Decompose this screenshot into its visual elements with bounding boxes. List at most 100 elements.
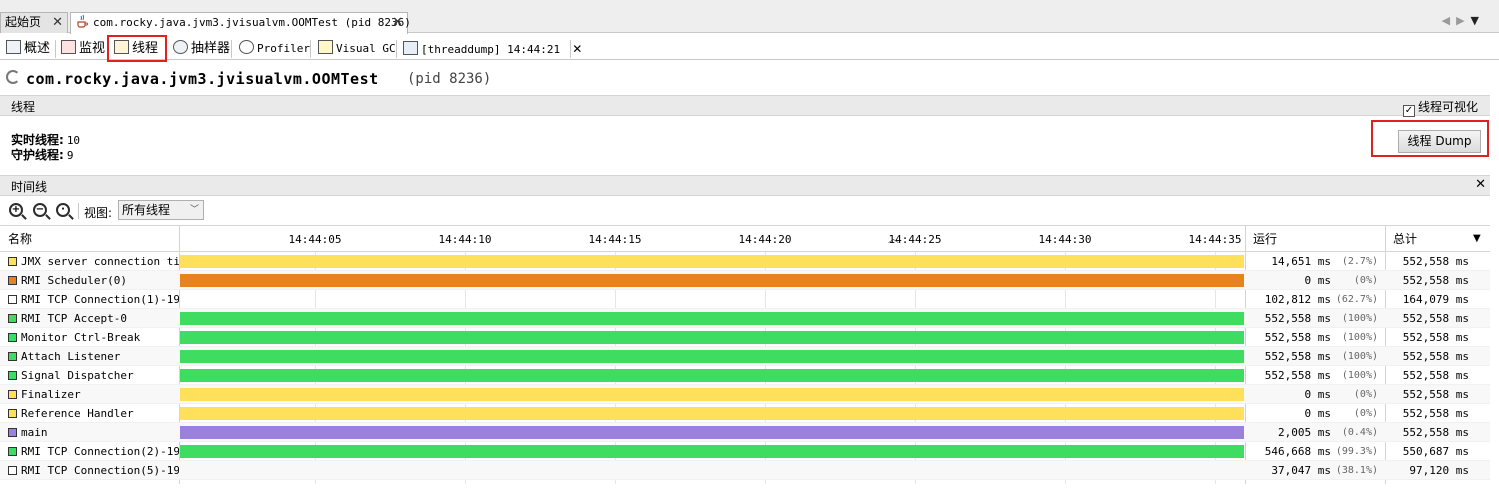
thread-state-swatch bbox=[8, 371, 17, 380]
run-time-value: 552,558 ms bbox=[1264, 350, 1331, 363]
total-time-value: 552,558 ms bbox=[1402, 388, 1469, 401]
tab-application[interactable]: com.rocky.java.jvm3.jvisualvm.OOMTest (p… bbox=[70, 12, 411, 34]
column-header-run[interactable]: 运行 bbox=[1245, 226, 1385, 252]
close-icon[interactable]: ✕ bbox=[392, 13, 403, 32]
run-time-value: 0 ms bbox=[1304, 274, 1332, 287]
thread-state-swatch bbox=[8, 314, 17, 323]
scroll-left-icon[interactable]: ◀ bbox=[1442, 14, 1456, 27]
total-time-value: 552,558 ms bbox=[1402, 350, 1469, 363]
thread-state-bar bbox=[180, 293, 1244, 306]
table-row[interactable]: RMI TCP Connection(2)-192.168.1.1 546,668… bbox=[0, 442, 1490, 461]
table-row[interactable]: RMI TCP Connection(5)-192.168.1.1 37,047 … bbox=[0, 461, 1490, 480]
tab-profiler[interactable]: Profiler bbox=[237, 39, 310, 60]
tab-visual-gc[interactable]: Visual GC bbox=[316, 39, 396, 60]
column-header-name[interactable]: 名称 bbox=[0, 226, 180, 252]
chevron-down-icon[interactable]: ▼ bbox=[1471, 14, 1485, 27]
scroll-right-icon[interactable]: ▶ bbox=[1456, 14, 1470, 27]
zoom-fit-icon[interactable]: · bbox=[56, 203, 70, 217]
thread-state-swatch bbox=[8, 390, 17, 399]
tab-overview[interactable]: 概述 bbox=[4, 39, 50, 60]
timeline-toolbar: + − · 视图: 所有线程 ﹀ bbox=[0, 198, 1490, 224]
tab-start-page[interactable]: 起始页 ✕ bbox=[0, 12, 68, 33]
table-row[interactable]: Attach Listener 552,558 ms (100%) 552,558 m… bbox=[0, 347, 1490, 366]
run-time-percent: (100%) bbox=[1341, 313, 1378, 324]
daemon-threads-value: 9 bbox=[66, 149, 74, 162]
thread-state-swatch bbox=[8, 295, 17, 304]
run-time-percent: (100%) bbox=[1341, 332, 1378, 343]
tab-application-label: com.rocky.java.jvm3.jvisualvm.OOMTest (p… bbox=[93, 16, 411, 29]
run-time-percent: (38.1%) bbox=[1335, 465, 1378, 476]
sort-desc-icon[interactable]: ▼ bbox=[1473, 233, 1481, 244]
tab-monitor-label: 监视 bbox=[79, 41, 106, 56]
run-time-value: 552,558 ms bbox=[1264, 331, 1331, 344]
run-time-percent: (0%) bbox=[1353, 275, 1378, 286]
monitor-chart-icon bbox=[61, 40, 76, 54]
application-title: com.rocky.java.jvm3.jvisualvm.OOMTest bbox=[26, 70, 379, 88]
divider bbox=[231, 40, 232, 58]
thread-name: Signal Dispatcher bbox=[21, 369, 134, 382]
table-row[interactable]: RMI TCP Connection(1)-192.168.1.1 102,812… bbox=[0, 290, 1490, 309]
thread-state-swatch bbox=[8, 409, 17, 418]
view-label: 视图: bbox=[84, 206, 113, 220]
close-icon[interactable]: ✕ bbox=[52, 13, 63, 32]
thread-name: RMI TCP Connection(5)-192.168.1.1 bbox=[21, 464, 179, 477]
thread-state-bar bbox=[180, 312, 1244, 325]
run-time-percent: (0%) bbox=[1353, 408, 1378, 419]
checkbox-checked-icon: ✓ bbox=[1402, 105, 1415, 117]
total-time-value: 552,558 ms bbox=[1402, 312, 1469, 325]
thread-state-swatch bbox=[8, 257, 17, 266]
tab-threaddump[interactable]: [threaddump] 14:44:21 ✕ bbox=[401, 39, 582, 60]
timeline-tick-label: 14:44:20 bbox=[738, 233, 792, 246]
tab-profiler-label: Profiler bbox=[257, 42, 310, 55]
total-time-value: 97,120 ms bbox=[1409, 464, 1469, 477]
tab-threaddump-label: [threaddump] 14:44:21 bbox=[421, 43, 561, 56]
run-time-percent: (2.7%) bbox=[1341, 256, 1378, 267]
table-row[interactable]: RMI Scheduler(0) 0 ms (0%) 552,558 ms bbox=[0, 271, 1490, 290]
thread-state-bar bbox=[180, 388, 1244, 401]
zoom-in-icon[interactable]: + bbox=[9, 203, 23, 217]
table-row[interactable]: Signal Dispatcher 552,558 ms (100%) 552,558… bbox=[0, 366, 1490, 385]
table-row[interactable]: main 2,005 ms (0.4%) 552,558 ms bbox=[0, 423, 1490, 442]
run-time-value: 102,812 ms bbox=[1264, 293, 1331, 306]
tab-monitor[interactable]: 监视 bbox=[59, 39, 105, 60]
close-icon[interactable]: ✕ bbox=[1475, 177, 1486, 192]
zoom-out-icon[interactable]: − bbox=[33, 203, 47, 217]
thread-state-swatch bbox=[8, 276, 17, 285]
document-tab-bar: 起始页 ✕ com.rocky.java.jvm3.jvisualvm.OOMT… bbox=[0, 0, 1499, 34]
timeline-tick-label: 14:44:25 bbox=[888, 233, 942, 246]
highlight-box bbox=[1371, 120, 1489, 157]
visualize-threads-checkbox[interactable]: ✓ 线程可视化 bbox=[1402, 98, 1478, 117]
table-row[interactable]: Finalizer 0 ms (0%) 552,558 ms bbox=[0, 385, 1490, 404]
timeline-tick-label: 14:44:10 bbox=[438, 233, 492, 246]
table-row[interactable]: Reference Handler 0 ms (0%) 552,558 ms bbox=[0, 404, 1490, 423]
thread-timeline-table: 名称 ︿ 运行 总计 ▼ 14:44:05 14:44:10 14:44:15 14:… bbox=[0, 225, 1490, 484]
tab-sampler[interactable]: 抽样器 bbox=[171, 39, 230, 60]
total-time-value: 552,558 ms bbox=[1402, 331, 1469, 344]
chevron-down-icon: ﹀ bbox=[189, 205, 199, 215]
table-row[interactable]: Monitor Ctrl-Break 552,558 ms (100%) 552,55… bbox=[0, 328, 1490, 347]
visualize-threads-label: 线程可视化 bbox=[1417, 100, 1478, 114]
visual-gc-icon bbox=[318, 40, 333, 54]
timeline-tick-label: 14:44:30 bbox=[1038, 233, 1092, 246]
view-select[interactable]: 所有线程 ﹀ bbox=[118, 200, 204, 220]
threads-section-title: 线程 bbox=[11, 100, 36, 114]
table-row[interactable]: RMI TCP Accept-0 552,558 ms (100%) 552,558 … bbox=[0, 309, 1490, 328]
divider bbox=[55, 40, 56, 58]
table-row[interactable]: JMX server connection timeout 14,651 ms (2… bbox=[0, 252, 1490, 271]
run-time-value: 552,558 ms bbox=[1264, 312, 1331, 325]
thread-name: Reference Handler bbox=[21, 407, 134, 420]
live-threads-label: 实时线程: bbox=[11, 133, 64, 147]
thread-state-bar bbox=[180, 464, 1244, 477]
live-threads-value: 10 bbox=[66, 134, 81, 147]
thread-state-bar bbox=[180, 369, 1244, 382]
threads-section-header: 线程 ✓ 线程可视化 bbox=[0, 95, 1490, 117]
run-time-percent: (100%) bbox=[1341, 351, 1378, 362]
timeline-section-header: 时间线 ✕ bbox=[0, 175, 1490, 196]
run-time-percent: (100%) bbox=[1341, 370, 1378, 381]
close-icon[interactable]: ✕ bbox=[572, 42, 582, 56]
thread-state-swatch bbox=[8, 447, 17, 456]
tab-sampler-label: 抽样器 bbox=[191, 41, 231, 56]
total-time-value: 552,558 ms bbox=[1402, 407, 1469, 420]
run-time-percent: (0.4%) bbox=[1341, 427, 1378, 438]
thread-state-bar bbox=[180, 255, 1244, 268]
